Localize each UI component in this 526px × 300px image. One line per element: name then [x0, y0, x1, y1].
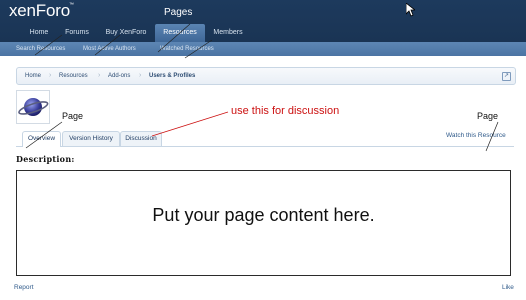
breadcrumb-separator: › — [49, 72, 52, 79]
tab-discussion[interactable]: Discussion — [120, 131, 162, 146]
page-content-text: Put your page content here. — [152, 205, 375, 225]
nav-tab-home[interactable]: Home — [22, 24, 56, 42]
breadcrumb-separator: › — [98, 72, 101, 79]
subnav-search-resources[interactable]: Search Resources — [16, 42, 65, 56]
nav-tab-buy-xenforo[interactable]: Buy XenForo — [100, 24, 152, 42]
jump-to-icon[interactable]: ↗ — [502, 72, 511, 81]
sub-navigation: Search Resources Most Active Authors Wat… — [0, 42, 526, 56]
annotation-line-red — [151, 111, 229, 137]
annotation-page-label-left: Page — [62, 111, 84, 121]
resource-icon[interactable] — [16, 90, 50, 124]
watch-resource-link[interactable]: Watch this Resource — [446, 132, 506, 139]
planet-icon — [18, 98, 49, 116]
breadcrumb-separator: › — [139, 72, 142, 79]
annotation-page-label-right: Page — [477, 111, 499, 121]
nav-tab-forums[interactable]: Forums — [60, 24, 94, 42]
page-content-box: Put your page content here. — [16, 170, 511, 276]
description-heading: Description: — [16, 154, 75, 164]
tab-version-history[interactable]: Version History — [62, 131, 120, 146]
tabs-divider — [16, 146, 514, 147]
breadcrumb-users-profiles[interactable]: Users & Profiles — [149, 68, 195, 84]
breadcrumb-resources[interactable]: Resources — [59, 68, 88, 84]
breadcrumb-home[interactable]: Home — [25, 68, 41, 84]
xenforo-logo[interactable]: xenForo — [9, 1, 70, 21]
like-link[interactable]: Like — [502, 284, 514, 291]
nav-tab-resources[interactable]: Resources — [155, 24, 205, 42]
logo-trademark: ™ — [69, 2, 74, 8]
main-navigation: Home Forums Buy XenForo Resources Member… — [0, 24, 526, 42]
mouse-cursor-icon — [406, 3, 415, 17]
subnav-most-active-authors[interactable]: Most Active Authors — [83, 42, 136, 56]
tab-overview[interactable]: Overview — [22, 131, 61, 147]
site-header: xenForo ™ Pages Home Forums Buy XenForo … — [0, 0, 526, 42]
nav-tab-members[interactable]: Members — [208, 24, 248, 42]
breadcrumb-add-ons[interactable]: Add-ons — [108, 68, 130, 84]
subnav-watched-resources[interactable]: Watched Resources — [160, 42, 214, 56]
report-link[interactable]: Report — [14, 284, 34, 291]
annotation-pages-label: Pages — [164, 7, 193, 18]
breadcrumb: Home › Resources › Add-ons › Users & Pro… — [16, 67, 516, 85]
annotation-discussion-note: use this for discussion — [231, 105, 340, 117]
